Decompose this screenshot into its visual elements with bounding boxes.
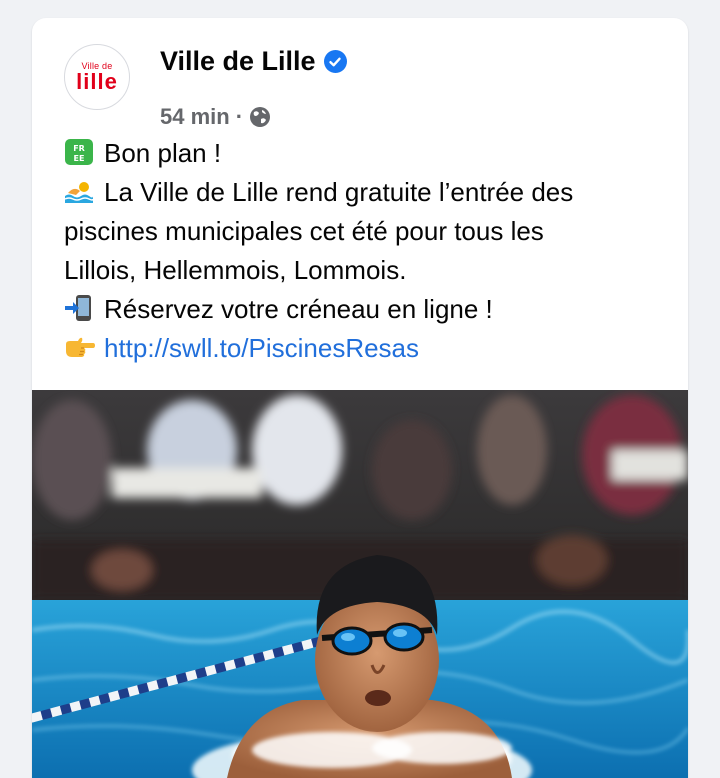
logo-big-text: lille [76,69,118,94]
post-photo[interactable] [32,390,688,778]
text-ville-rend: La Ville de Lille rend gratuite l’entrée… [104,177,574,207]
text-line-6: http://swll.to/PiscinesResas [64,329,664,368]
verified-check-icon [323,50,347,73]
post-link[interactable]: http://swll.to/PiscinesResas [104,333,419,363]
text-bon-plan: Bon plan ! [104,138,222,168]
post-text: FR EE Bon plan ! La Ville de Lille rend … [64,134,664,368]
text-line-1: FR EE Bon plan ! [64,134,664,173]
page-name-row: Ville de Lille [160,46,347,77]
globe-icon[interactable] [249,106,271,128]
swimmer-emoji [64,177,94,205]
mobile-phone-arrow-emoji [64,294,94,322]
text-line-3: piscines municipales cet été pour tous l… [64,216,544,246]
svg-text:FR: FR [73,144,85,153]
text-line-2: La Ville de Lille rend gratuite l’entrée… [64,173,664,212]
svg-text:EE: EE [74,154,85,163]
post-meta: 54 min · [160,104,271,130]
pointing-right-emoji [64,333,95,361]
post-time[interactable]: 54 min [160,104,230,130]
free-button-emoji: FR EE [64,138,94,166]
text-line-5: Réservez votre créneau en ligne ! [64,290,664,329]
text-reservez: Réservez votre créneau en ligne ! [104,294,493,324]
text-line-4: Lillois, Hellemmois, Lommois. [64,255,407,285]
page-avatar[interactable]: Ville de lille [64,44,130,110]
post-card: Ville de lille Ville de Lille 54 min · F… [32,18,688,778]
meta-separator: · [235,104,244,129]
page-name[interactable]: Ville de Lille [160,46,316,77]
post-header: Ville de lille Ville de Lille 54 min · [32,18,688,130]
